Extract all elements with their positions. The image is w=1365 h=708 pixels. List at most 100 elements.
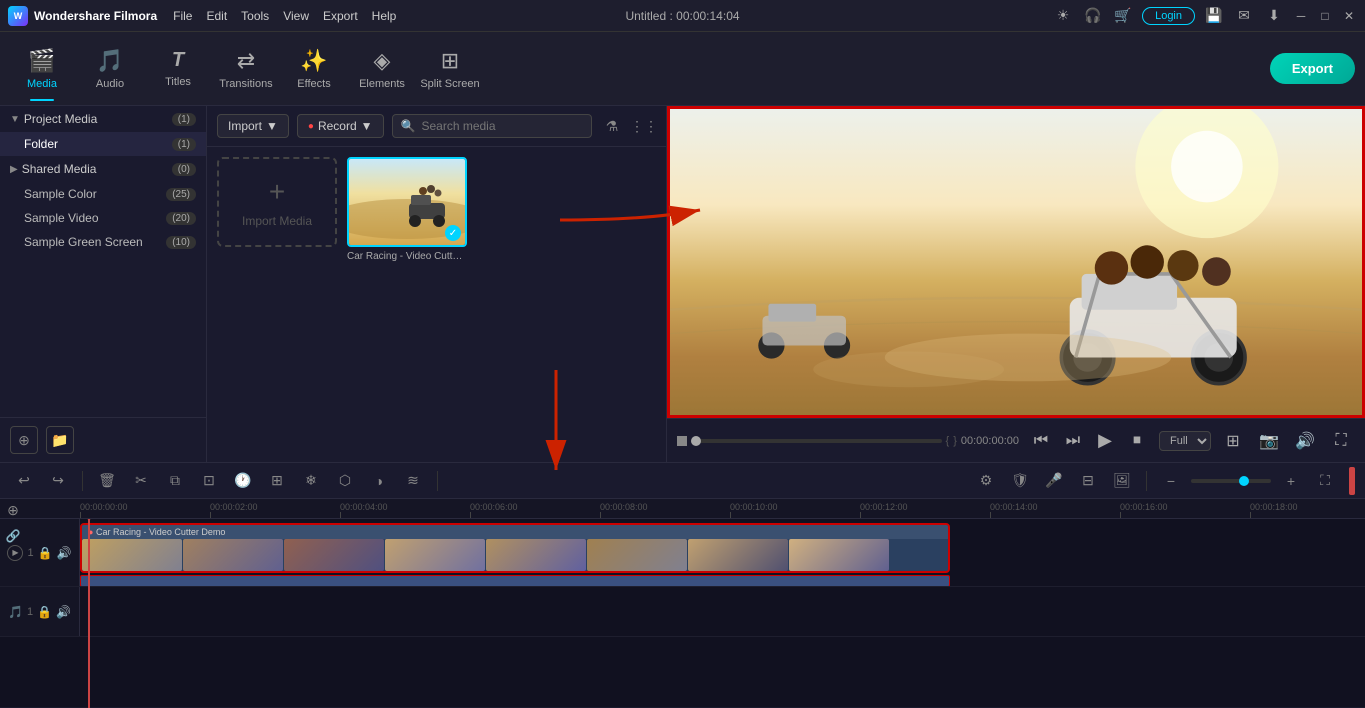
audio-preview-icon[interactable]: 🔊 [1291, 427, 1319, 455]
sample-video-item[interactable]: Sample Video (20) [0, 206, 206, 230]
maximize-button[interactable]: □ [1317, 8, 1333, 24]
tool-titles[interactable]: T Titles [146, 37, 210, 101]
zoom-slider[interactable] [1191, 479, 1271, 483]
zoom-select[interactable]: Full [1159, 431, 1211, 451]
link-button[interactable]: 🔗 [2, 525, 24, 547]
tool-media[interactable]: 🎬 Media [10, 37, 74, 101]
stop-button[interactable]: ⏹ [1123, 427, 1151, 455]
settings-button[interactable]: ⚙ [972, 467, 1000, 495]
menu-help[interactable]: Help [372, 9, 397, 23]
menu-file[interactable]: File [173, 9, 192, 23]
video-clip-1[interactable]: ● Car Racing - Video Cutter Demo [80, 523, 950, 573]
sample-color-item[interactable]: Sample Color (25) [0, 182, 206, 206]
tool-audio-label: Audio [96, 78, 124, 90]
menu-tools[interactable]: Tools [241, 9, 269, 23]
shared-media-header[interactable]: ▶ Shared Media (0) [0, 156, 206, 182]
tool-effects[interactable]: ✨ Effects [282, 37, 346, 101]
menu-edit[interactable]: Edit [206, 9, 227, 23]
add-folder-button[interactable]: ⊕ [10, 426, 38, 454]
add-to-timeline-icon[interactable]: ⊞ [1219, 427, 1247, 455]
media-grid: + Import Media [207, 147, 666, 462]
prev-button[interactable]: ⏭ [1059, 427, 1087, 455]
track-vol-icon-1[interactable]: 🔊 [57, 546, 72, 560]
headphone-icon[interactable]: 🎧 [1082, 5, 1104, 27]
vol-down-button[interactable]: − [1157, 467, 1185, 495]
track-label-2: 🎵 1 🔒 🔊 [0, 587, 80, 636]
frame-4 [385, 539, 485, 571]
playhead[interactable] [88, 519, 90, 708]
progress-handle[interactable] [691, 436, 701, 446]
download-icon[interactable]: ⬇ [1263, 5, 1285, 27]
import-folder-button[interactable]: 📁 [46, 426, 74, 454]
effects-icon: ✨ [300, 48, 327, 74]
cart-icon[interactable]: 🛒 [1112, 5, 1134, 27]
color-button[interactable]: ◑ [365, 467, 393, 495]
delete-button[interactable]: 🗑 [93, 467, 121, 495]
progress-dot[interactable] [677, 436, 687, 446]
menu-view[interactable]: View [283, 9, 309, 23]
fullscreen-preview-icon[interactable]: ⛶ [1327, 427, 1355, 455]
video-clip-header-1: ● Car Racing - Video Cutter Demo [82, 525, 948, 539]
fullscreen-timeline-button[interactable]: ⛶ [1311, 467, 1339, 495]
crop-button[interactable]: ⊞ [263, 467, 291, 495]
grid-icon[interactable]: ⋮⋮ [632, 114, 656, 138]
import-plus-icon: + [269, 176, 285, 208]
minimize-button[interactable]: ─ [1293, 8, 1309, 24]
project-media-header[interactable]: ▼ Project Media (1) [0, 106, 206, 132]
speed-button[interactable]: 🕐 [229, 467, 257, 495]
search-input[interactable] [421, 119, 583, 133]
audio-adjust-button[interactable]: ≋ [399, 467, 427, 495]
copy-button[interactable]: ⧉ [161, 467, 189, 495]
frame-7 [688, 539, 788, 571]
add-track-button[interactable]: ⊕ [2, 499, 24, 521]
brightness-icon[interactable]: ☀ [1052, 5, 1074, 27]
screenshot-timeline-icon[interactable]: 🖼 [1108, 467, 1136, 495]
transform-button[interactable]: ⬡ [331, 467, 359, 495]
tool-transitions[interactable]: ⇄ Transitions [214, 37, 278, 101]
mic-button[interactable]: 🎤 [1040, 467, 1068, 495]
save-icon[interactable]: 💾 [1203, 5, 1225, 27]
zoom-fit-button[interactable]: ⊡ [195, 467, 223, 495]
shield-button[interactable]: 🛡 [1006, 467, 1034, 495]
cut-button[interactable]: ✂ [127, 467, 155, 495]
play-button[interactable]: ▶ [1091, 427, 1119, 455]
track-lock-icon-2[interactable]: 🔒 [37, 605, 52, 619]
freeze-button[interactable]: ❄ [297, 467, 325, 495]
tool-titles-label: Titles [165, 76, 191, 88]
project-media-count: (1) [172, 113, 196, 126]
tool-audio[interactable]: 🎵 Audio [78, 37, 142, 101]
tool-split-screen[interactable]: ⊞ Split Screen [418, 37, 482, 101]
screenshot-icon[interactable]: 📷 [1255, 427, 1283, 455]
prev-frame-button[interactable]: ⏮ [1027, 427, 1055, 455]
app-name: Wondershare Filmora [34, 9, 157, 23]
sample-green-screen-item[interactable]: Sample Green Screen (10) [0, 230, 206, 254]
login-button[interactable]: Login [1142, 7, 1195, 25]
track-lock-icon-1[interactable]: 🔒 [38, 546, 53, 560]
redo-button[interactable]: ↪ [44, 467, 72, 495]
layout-button[interactable]: ⊟ [1074, 467, 1102, 495]
undo-button[interactable]: ↩ [10, 467, 38, 495]
close-button[interactable]: ✕ [1341, 8, 1357, 24]
toolbar-divider-1 [82, 471, 83, 491]
import-button[interactable]: Import ▼ [217, 114, 289, 138]
import-media-placeholder[interactable]: + Import Media [217, 157, 337, 247]
vol-up-button[interactable]: + [1277, 467, 1305, 495]
track-vol-icon-2[interactable]: 🔊 [56, 605, 71, 619]
track-number-2: 1 [27, 606, 33, 618]
record-button[interactable]: ● Record ▼ [297, 114, 384, 138]
media-item-car-racing[interactable]: ✓ Car Racing - Video Cutter Dem... [347, 157, 467, 262]
menu-export[interactable]: Export [323, 9, 358, 23]
filter-icon[interactable]: ⚗ [600, 114, 624, 138]
import-folder-icon: 📁 [51, 432, 68, 449]
tool-elements[interactable]: ◈ Elements [350, 37, 414, 101]
folder-item[interactable]: Folder (1) [0, 132, 206, 156]
timeline-area: ↩ ↪ 🗑 ✂ ⧉ ⊡ 🕐 ⊞ ❄ ⬡ ◑ ≋ ⚙ 🛡 🎤 ⊟ 🖼 − + [0, 462, 1365, 707]
audio-clip-1[interactable] [80, 575, 950, 586]
media-thumb-car-racing: ✓ [347, 157, 467, 247]
import-dropdown-icon: ▼ [266, 119, 278, 133]
tool-effects-label: Effects [297, 78, 330, 90]
titles-icon: T [172, 49, 184, 72]
export-button[interactable]: Export [1270, 53, 1355, 84]
email-icon[interactable]: ✉ [1233, 5, 1255, 27]
preview-progress-bar[interactable] [691, 439, 942, 443]
